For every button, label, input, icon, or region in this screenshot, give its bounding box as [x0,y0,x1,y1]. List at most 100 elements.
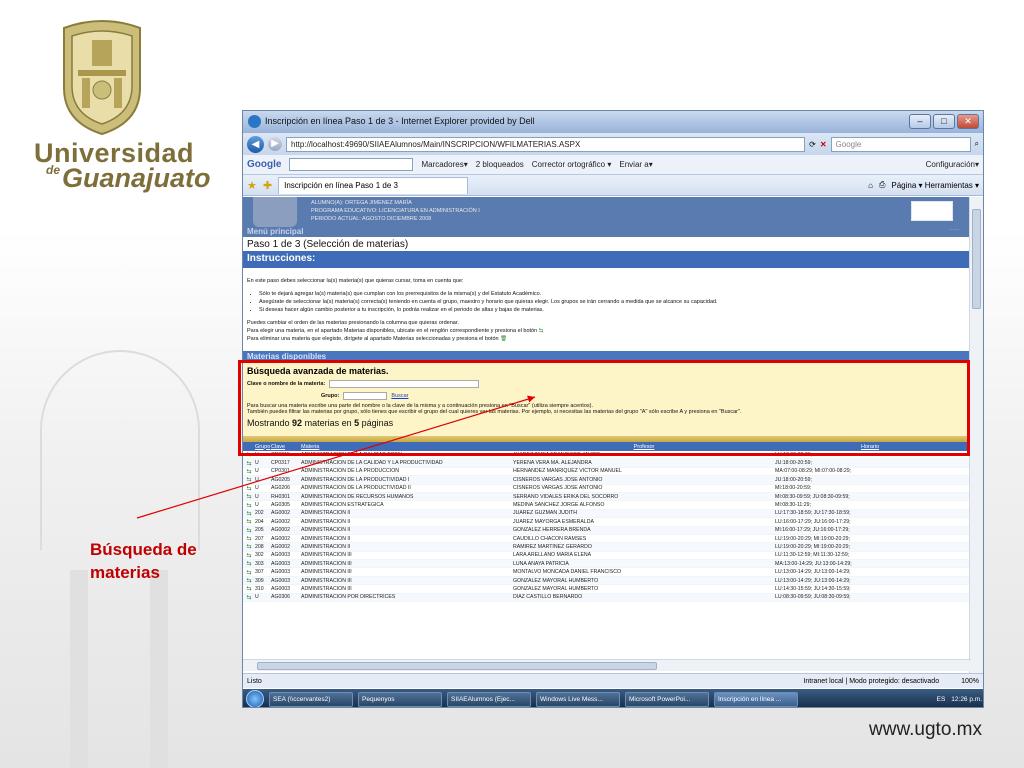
cell-profesor: MONTALVO MONCADA DANIEL FRANCISCO [513,569,621,576]
cell-materia: ADMINISTRACIÓN III [301,569,352,576]
security-zone[interactable]: Intranet local | Modo protegido: desacti… [803,678,939,685]
add-subject-icon[interactable]: ⇆ [243,535,255,542]
favorites-star-icon[interactable]: ★ [247,179,257,192]
add-subject-icon[interactable]: ⇆ [243,585,255,592]
cell-materia: ADMINISTRACIÓN POR DIRECTRICES [301,594,396,601]
close-button[interactable]: ✕ [957,114,979,129]
table-row[interactable]: ⇆ 202 AG0002 ADMINISTRACIÓN II JUÁREZ GUZMÁN… [243,509,971,519]
table-row[interactable]: ⇆ 307 AG0003 ADMINISTRACIÓN III MONTALVO MON… [243,568,971,577]
add-subject-icon[interactable]: ⇆ [243,460,255,467]
start-button[interactable] [246,690,264,707]
cell-clave: AG0003 [271,560,291,567]
print-icon[interactable]: ⎙ [879,180,885,190]
taskbar-item-active[interactable]: Inscripción en línea ... [714,691,798,707]
table-row[interactable]: ⇆ U AG0205 ADMINISTRACIÓN DE LA PRODUCTIVID… [243,476,971,485]
minimize-button[interactable]: – [909,114,931,129]
cell-clave: AG0003 [271,552,291,559]
taskbar-item[interactable]: Pequenyos [358,691,442,707]
search-input[interactable]: Google [830,136,971,152]
horizontal-scrollbar[interactable] [243,659,971,671]
taskbar-item[interactable]: SEA (\\ccervantes2) [269,691,353,707]
add-subject-icon[interactable]: ⇆ [243,569,255,576]
table-row[interactable]: ⇆ 204 AG0002 ADMINISTRACIÓN II JUAREZ MAYORG… [243,518,971,527]
add-subject-icon: ⇆ [538,328,544,334]
table-row[interactable]: ⇆ U AG0206 ADMINISTRACIÓN DE LA PRODUCTIVID… [243,485,971,493]
cell-materia: ADMINISTRACIÓN III [301,560,352,567]
add-subject-icon[interactable]: ⇆ [243,502,255,509]
tab-inscripcion[interactable]: Inscripción en línea Paso 1 de 3 [278,176,469,194]
add-subject-icon[interactable]: ⇆ [243,560,255,567]
add-subject-icon[interactable]: ⇆ [243,510,255,517]
cell-materia: ADMINISTRACIÓN ESTRATÉGICA [301,502,384,509]
cell-materia: ADMINISTRACIÓN DE LA PRODUCCIÓN [301,468,399,475]
cell-grupo: 310 [255,585,264,592]
table-row[interactable]: ⇆ U CP0301 ADMINISTRACIÓN DE LA PRODUCCIÓN H… [243,468,971,477]
ie-icon [248,115,261,128]
table-row[interactable]: ⇆ 310 AG0003 ADMINISTRACIÓN III GONZALEZ MAY… [243,585,971,594]
table-row[interactable]: ⇆ 207 AG0002 ADMINISTRACIÓN II CAUDILLO CHAC… [243,535,971,544]
taskbar-item[interactable]: SIIAEAlumnos (Ejec... [447,691,531,707]
url-field[interactable]: http://localhost:49690/SIIAEAlumnos/Main… [286,136,806,152]
table-row[interactable]: ⇆ 208 AG0002 ADMINISTRACIÓN II RAMÍREZ MARTÍ… [243,543,971,552]
clock[interactable]: 12:26 p.m. [951,696,982,703]
add-subject-icon[interactable]: ⇆ [243,527,255,534]
stop-icon[interactable]: ✕ [820,140,827,149]
maximize-button[interactable]: □ [933,114,955,129]
add-subject-icon[interactable]: ⇆ [243,552,255,559]
zoom-level[interactable]: 100% [961,678,979,685]
add-subject-icon[interactable]: ⇆ [243,493,255,500]
add-favorites-icon[interactable]: ✚ [263,179,272,192]
add-subject-icon[interactable]: ⇆ [243,577,255,584]
table-row[interactable]: ⇆ 309 AG0003 ADMINISTRACIÓN III GONZALEZ MAY… [243,576,971,586]
logo-de: de [46,163,61,177]
google-toolbar-item[interactable]: Corrector ortográfico ▾ [532,160,612,169]
scrollbar-thumb[interactable] [972,209,981,309]
table-row[interactable]: ⇆ U CP0317 ADMINISTRACIÓN DE LA CALIDAD Y L… [243,459,971,468]
refresh-icon[interactable]: ⟳ [809,140,816,149]
cell-clave: AG0003 [271,577,291,584]
google-search-input[interactable] [289,158,414,171]
scrollbar-thumb[interactable] [257,662,657,670]
student-program: PROGRAMA EDUCATIVO: LICENCIATURA EN ADMI… [311,208,480,214]
instructions-panel: En este paso debes seleccionar la(s) mat… [243,268,971,347]
cell-grupo: U [255,594,259,601]
add-subject-icon[interactable]: ⇆ [243,518,255,525]
add-subject-icon[interactable]: ⇆ [243,543,255,550]
table-row[interactable]: ⇆ U RH0301 ADMINISTRACIÓN DE RECURSOS HUMAN… [243,492,971,502]
cell-materia: ADMINISTRACIÓN II [301,535,351,542]
google-config-button[interactable]: Configuración▾ [926,160,979,169]
page-tools-menu[interactable]: Página ▾ Herramientas ▾ [891,181,979,190]
taskbar-item[interactable]: Microsoft PowerPoi... [625,691,709,707]
table-row[interactable]: ⇆ U AG0305 ADMINISTRACIÓN ESTRATÉGICA MEDINA… [243,501,971,510]
header-link[interactable]: ······ [949,227,959,233]
google-toolbar-item[interactable]: Enviar a▾ [619,160,652,169]
cell-grupo: 303 [255,560,264,567]
highlight-box [238,360,970,456]
table-row[interactable]: ⇆ U AG0306 ADMINISTRACIÓN POR DIRECTRICES DI… [243,593,971,603]
cell-horario: LU:17:30-18:59; JU:17:30-18:59; [775,510,851,517]
table-row[interactable]: ⇆ 302 AG0003 ADMINISTRACIÓN III LARA ARELLAN… [243,552,971,561]
search-icon[interactable]: ⌕ [975,139,979,149]
status-text: Listo [247,677,262,685]
background-arch [40,350,200,550]
google-toolbar-item[interactable]: 2 bloqueados [476,160,524,169]
add-subject-icon[interactable]: ⇆ [243,594,255,601]
cell-grupo: U [255,502,259,509]
trash-icon: 🗑 [500,336,508,342]
table-row[interactable]: ⇆ 205 AG0002 ADMINISTRACIÓN II GONZALEZ HERR… [243,526,971,535]
table-row[interactable]: ⇆ 303 AG0003 ADMINISTRACIÓN III LUNA ANAYA P… [243,560,971,569]
instruction-bullet: Si deseas hacer algún cambio posterior a… [259,306,967,314]
google-toolbar-item[interactable]: Marcadores▾ [421,160,467,169]
vertical-scrollbar[interactable] [969,197,983,673]
language-indicator[interactable]: ES [937,696,946,703]
taskbar-item[interactable]: Windows Live Mess... [536,691,620,707]
home-icon[interactable]: ⌂ [868,181,873,190]
add-subject-icon[interactable]: ⇆ [243,476,255,483]
instruction-note: Puedes cambiar el orden de las materias … [247,320,459,326]
add-subject-icon[interactable]: ⇆ [243,468,255,475]
forward-arrow-icon[interactable]: ▶ [268,137,282,151]
main-menu-link[interactable]: Menú principal [247,227,303,236]
cell-grupo: 309 [255,577,264,584]
add-subject-icon[interactable]: ⇆ [243,485,255,492]
back-arrow-icon[interactable]: ◀ [247,135,264,153]
